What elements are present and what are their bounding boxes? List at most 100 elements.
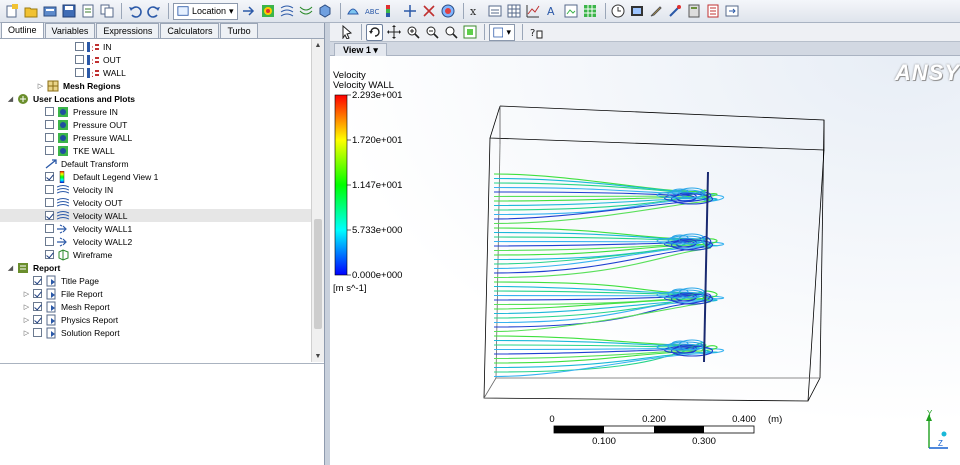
table-icon[interactable] (506, 3, 523, 20)
scroll-down-icon[interactable]: ▼ (312, 350, 324, 362)
visibility-checkbox[interactable] (33, 289, 42, 298)
tree-item[interactable]: Velocity IN (0, 183, 311, 196)
calculator-icon[interactable] (686, 3, 703, 20)
chart-icon[interactable] (525, 3, 542, 20)
tree-item[interactable]: Title Page (0, 274, 311, 287)
contour-icon[interactable] (260, 3, 277, 20)
undo-icon[interactable] (126, 3, 143, 20)
pan-icon[interactable] (385, 24, 402, 41)
streamline-icon[interactable] (279, 3, 296, 20)
tree-item[interactable]: Velocity WALL (0, 209, 311, 222)
tree-item[interactable]: ▷ Mesh Report (0, 300, 311, 313)
tree-item[interactable]: Default Legend View 1 (0, 170, 311, 183)
visibility-checkbox[interactable] (45, 107, 54, 116)
expand-toggle-icon[interactable]: ▷ (22, 328, 31, 337)
particle-track-icon[interactable] (298, 3, 315, 20)
tab-outline[interactable]: Outline (1, 22, 44, 38)
tree-item[interactable]: : WALL (0, 66, 311, 79)
copy-icon[interactable] (98, 3, 115, 20)
zoom-box-icon[interactable] (423, 24, 440, 41)
visibility-checkbox[interactable] (45, 185, 54, 194)
vector-icon[interactable] (241, 3, 258, 20)
tree-item[interactable]: Pressure OUT (0, 118, 311, 131)
export-icon[interactable] (724, 3, 741, 20)
tab-turbo[interactable]: Turbo (220, 23, 258, 38)
polyline-icon[interactable]: ABC (364, 3, 381, 20)
tree-item[interactable]: ◢ User Locations and Plots (0, 92, 311, 105)
scroll-thumb[interactable] (314, 219, 322, 329)
tree-item[interactable]: Default Transform (0, 157, 311, 170)
tree-item[interactable]: Pressure WALL (0, 131, 311, 144)
tree-item[interactable]: Velocity WALL2 (0, 235, 311, 248)
visibility-checkbox[interactable] (45, 224, 54, 233)
redo-icon[interactable] (145, 3, 162, 20)
report-icon[interactable] (705, 3, 722, 20)
visibility-checkbox[interactable] (45, 237, 54, 246)
tree-item[interactable]: Velocity WALL1 (0, 222, 311, 235)
tree-item[interactable]: : OUT (0, 53, 311, 66)
new-icon[interactable] (3, 3, 20, 20)
location-dropdown[interactable]: Location ▾ (173, 2, 238, 20)
tree-item[interactable]: : IN (0, 40, 311, 53)
visibility-checkbox[interactable] (45, 211, 54, 220)
tree-item[interactable]: ▷ Solution Report (0, 326, 311, 339)
instance-transform-icon[interactable] (402, 3, 419, 20)
tree-item[interactable]: ▷ Physics Report (0, 313, 311, 326)
color-map-icon[interactable] (440, 3, 457, 20)
viewport-layout-dropdown[interactable]: ▾ (489, 23, 515, 41)
visibility-checkbox[interactable] (33, 276, 42, 285)
visibility-checkbox[interactable] (75, 55, 84, 64)
tree-item[interactable]: TKE WALL (0, 144, 311, 157)
tab-expressions[interactable]: Expressions (96, 23, 160, 38)
rotate-icon[interactable] (366, 23, 383, 41)
figure-icon[interactable] (563, 3, 580, 20)
animation-icon[interactable] (629, 3, 646, 20)
visibility-checkbox[interactable] (45, 146, 54, 155)
variable-icon[interactable]: x (468, 3, 485, 20)
timestep-icon[interactable] (610, 3, 627, 20)
legend-icon[interactable] (383, 3, 400, 20)
view-1-tab[interactable]: View 1 ▾ (334, 43, 387, 56)
print-icon[interactable] (79, 3, 96, 20)
tree-item[interactable]: ▷ Mesh Regions (0, 79, 311, 92)
expand-toggle-icon[interactable]: ▷ (36, 81, 45, 90)
zoom-icon[interactable] (404, 24, 421, 41)
save-icon[interactable] (60, 3, 77, 20)
visibility-checkbox[interactable] (45, 198, 54, 207)
mesh-icon[interactable] (582, 3, 599, 20)
expand-toggle-icon[interactable]: ▷ (22, 315, 31, 324)
quick-editor-icon[interactable] (648, 3, 665, 20)
expand-toggle-icon[interactable]: ▷ (22, 302, 31, 311)
scroll-up-icon[interactable]: ▲ (312, 39, 324, 51)
tab-variables[interactable]: Variables (44, 23, 96, 38)
visibility-checkbox[interactable] (33, 328, 42, 337)
tree-scrollbar[interactable]: ▲ ▼ (311, 39, 324, 362)
expression-icon[interactable] (487, 3, 504, 20)
volume-rendering-icon[interactable] (317, 3, 334, 20)
visibility-checkbox[interactable] (33, 302, 42, 311)
load-results-icon[interactable] (41, 3, 58, 20)
visibility-checkbox[interactable] (45, 250, 54, 259)
comment-icon[interactable]: A (544, 3, 561, 20)
3d-viewport[interactable]: Velocity Velocity WALL 2.293e+001 1.720e+… (330, 56, 960, 465)
visibility-checkbox[interactable] (45, 172, 54, 181)
tab-calculators[interactable]: Calculators (160, 23, 220, 38)
tree-item[interactable]: ◢ Report (0, 261, 311, 274)
tree-item[interactable]: Velocity OUT (0, 196, 311, 209)
select-icon[interactable] (338, 24, 355, 41)
tree-item[interactable]: Wireframe (0, 248, 311, 261)
visibility-checkbox[interactable] (75, 42, 84, 51)
visibility-checkbox[interactable] (45, 120, 54, 129)
highlight-icon[interactable] (461, 24, 478, 41)
tree-item[interactable]: ▷ File Report (0, 287, 311, 300)
isosurface-icon[interactable] (345, 3, 362, 20)
help-icon[interactable]: ? (527, 24, 544, 41)
visibility-checkbox[interactable] (75, 68, 84, 77)
open-icon[interactable] (22, 3, 39, 20)
expand-toggle-icon[interactable]: ◢ (6, 263, 15, 272)
visibility-checkbox[interactable] (33, 315, 42, 324)
probe-icon[interactable] (667, 3, 684, 20)
expand-toggle-icon[interactable]: ▷ (22, 289, 31, 298)
tree-item[interactable]: Pressure IN (0, 105, 311, 118)
visibility-checkbox[interactable] (45, 133, 54, 142)
